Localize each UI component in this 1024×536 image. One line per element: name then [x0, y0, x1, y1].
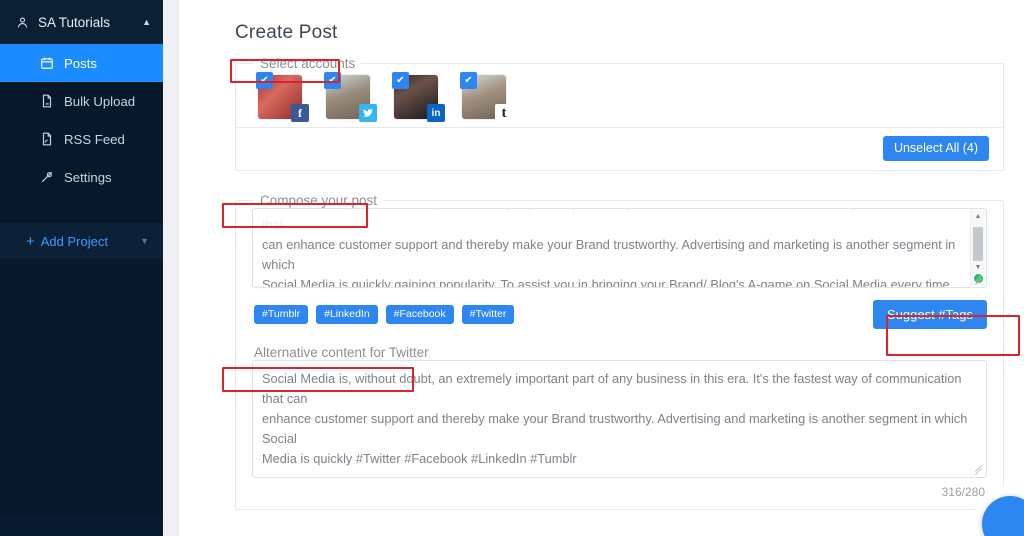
wrench-icon	[38, 170, 55, 184]
accounts-row: ✔ f ✔ ✔ in ✔ t	[252, 71, 987, 127]
alternative-textarea[interactable]: Social Media is, without doubt, an extre…	[252, 360, 987, 478]
suggest-tags-wrap: Suggest #Tags	[872, 300, 987, 329]
account-facebook[interactable]: ✔ f	[256, 72, 309, 122]
alt-line: Social Media is, without doubt, an extre…	[262, 371, 962, 406]
accounts-footer: Unselect All (4)	[236, 127, 1003, 170]
alt-line: Media is quickly #Twitter #Facebook #Lin…	[262, 451, 577, 466]
compose-textarea-wrap: Social Media is, without doubt, an extre…	[252, 208, 987, 298]
scrollbar-track[interactable]	[971, 223, 985, 261]
sidebar: SA Tutorials ▲ Posts Bulk Upload RSS Fee…	[0, 0, 163, 536]
suggest-tags-button[interactable]: Suggest #Tags	[872, 300, 987, 329]
page-scrollbar-track[interactable]	[163, 0, 178, 536]
alternative-content-legend: Alternative content for Twitter	[254, 345, 429, 360]
tumblr-icon: t	[495, 104, 513, 122]
hashtag-chip[interactable]: #LinkedIn	[316, 304, 378, 325]
account-linkedin[interactable]: ✔ in	[392, 72, 445, 122]
sidebar-item-label: RSS Feed	[64, 131, 125, 147]
add-project-button[interactable]: + Add Project ▼	[0, 223, 163, 259]
add-project-label: Add Project	[40, 233, 108, 249]
hashtag-suggestions-row: #Tumblr #LinkedIn #Facebook #Twitter Sug…	[252, 298, 987, 339]
sidebar-spacer	[0, 196, 163, 223]
sidebar-item-label: Bulk Upload	[64, 93, 136, 109]
compose-line: Social Media is quickly gaining populari…	[262, 277, 954, 288]
content-inner: Select accounts ✔ f ✔ ✔ in ✔ t Unselect …	[179, 56, 1024, 510]
chevron-down-icon[interactable]: ▼	[140, 236, 149, 246]
green-dot-indicator	[973, 274, 983, 283]
user-icon	[14, 16, 30, 29]
compose-text-clip: Social Media is, without doubt, an extre…	[262, 209, 964, 288]
sidebar-item-rss-feed[interactable]: RSS Feed	[0, 120, 163, 158]
account-tumblr[interactable]: ✔ t	[460, 72, 513, 122]
twitter-icon	[359, 104, 377, 122]
account-checkbox[interactable]: ✔	[324, 72, 341, 89]
sidebar-project-selector[interactable]: SA Tutorials ▲	[0, 0, 163, 44]
account-checkbox[interactable]: ✔	[460, 72, 477, 89]
account-checkbox[interactable]: ✔	[256, 72, 273, 89]
calendar-icon	[38, 56, 55, 70]
sidebar-item-bulk-upload[interactable]: Bulk Upload	[0, 82, 163, 120]
compose-textarea[interactable]: Social Media is, without doubt, an extre…	[252, 208, 987, 288]
sidebar-item-posts[interactable]: Posts	[0, 44, 163, 82]
account-twitter[interactable]: ✔	[324, 72, 377, 122]
sidebar-item-label: Settings	[64, 169, 112, 185]
hashtag-chip[interactable]: #Facebook	[385, 304, 454, 325]
file-upload-icon	[38, 94, 55, 108]
sidebar-item-label: Posts	[64, 55, 97, 71]
sidebar-item-settings[interactable]: Settings	[0, 158, 163, 196]
resize-handle[interactable]	[974, 464, 983, 476]
chevron-up-icon[interactable]: ▲	[142, 17, 151, 27]
select-accounts-legend: Select accounts	[260, 56, 356, 71]
character-counter: 316/280	[941, 485, 985, 499]
linkedin-icon: in	[427, 104, 445, 122]
compose-scrollbar[interactable]: ▲ ▼	[970, 210, 985, 286]
compose-line: can enhance customer support and thereby…	[262, 237, 956, 272]
rss-file-icon	[38, 132, 55, 146]
page-title: Create Post	[235, 22, 338, 43]
plus-icon: +	[26, 232, 35, 250]
compose-section: Compose your post Social Media is, witho…	[235, 193, 1004, 510]
account-checkbox[interactable]: ✔	[392, 72, 409, 89]
alternative-content-section: Alternative content for Twitter Social M…	[252, 345, 987, 509]
scrollbar-thumb[interactable]	[973, 227, 983, 261]
unselect-all-button[interactable]: Unselect All (4)	[882, 136, 989, 161]
sidebar-bottom-fill	[0, 259, 163, 515]
scroll-down-arrow-icon[interactable]: ▼	[975, 261, 982, 274]
alt-line: enhance customer support and thereby mak…	[262, 411, 968, 446]
app-root: SA Tutorials ▲ Posts Bulk Upload RSS Fee…	[0, 0, 1024, 536]
hashtag-chip[interactable]: #Tumblr	[254, 304, 309, 325]
select-accounts-section: Select accounts ✔ f ✔ ✔ in ✔ t Unselect …	[235, 56, 1004, 171]
compose-legend: Compose your post	[260, 193, 378, 208]
sidebar-project-name: SA Tutorials	[38, 14, 111, 30]
main-content: Create Post Select accounts ✔ f ✔ ✔ in ✔…	[178, 0, 1024, 536]
compose-line-scrolled: Social Media is, without doubt, an extre…	[262, 209, 962, 232]
scroll-up-arrow-icon[interactable]: ▲	[975, 210, 982, 223]
hashtag-chip[interactable]: #Twitter	[461, 304, 515, 325]
facebook-icon: f	[291, 104, 309, 122]
